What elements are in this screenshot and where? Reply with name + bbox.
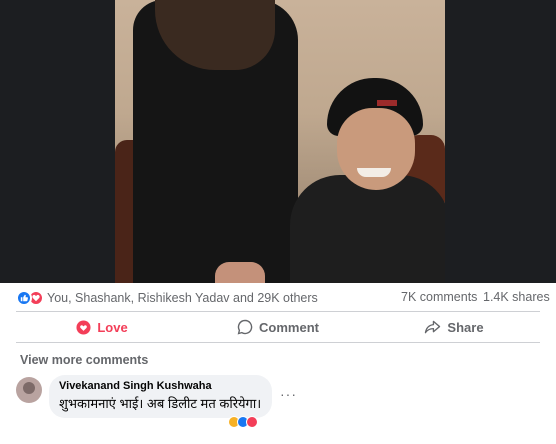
comment-button[interactable]: Comment: [192, 312, 364, 342]
reaction-names[interactable]: You, Shashank, Rishikesh Yadav and 29K o…: [47, 291, 318, 305]
comment-icon: [237, 319, 253, 335]
post-photo-frame: [0, 0, 556, 283]
comment-reactions[interactable]: [228, 416, 258, 428]
shares-count[interactable]: 1.4K shares: [483, 290, 550, 304]
comment-text: शुभकामनाएं भाई। अब डिलीट मत करियेगा।: [59, 396, 262, 411]
hand: [215, 262, 265, 283]
love-button[interactable]: Love: [16, 312, 188, 342]
comment-label: Comment: [259, 319, 319, 335]
share-icon: [424, 320, 441, 335]
love-icon: [246, 416, 258, 428]
divider-bottom: [16, 342, 540, 343]
post-photo[interactable]: [115, 0, 445, 283]
comment-options-icon[interactable]: ···: [280, 386, 297, 402]
comments-count[interactable]: 7K comments: [401, 290, 477, 304]
avatar[interactable]: [16, 377, 42, 403]
post-stats: You, Shashank, Rishikesh Yadav and 29K o…: [0, 283, 556, 311]
reaction-summary[interactable]: You, Shashank, Rishikesh Yadav and 29K o…: [16, 290, 318, 306]
comment-bubble: Vivekanand Singh Kushwaha शुभकामनाएं भाई…: [49, 375, 273, 418]
share-button[interactable]: Share: [368, 312, 540, 342]
comment-author[interactable]: Vivekanand Singh Kushwaha: [59, 380, 261, 392]
heart-icon: [76, 319, 91, 335]
man-face: [337, 108, 415, 190]
like-icon: [16, 290, 32, 306]
love-label: Love: [97, 319, 128, 335]
post-actions: Love Comment Share: [0, 312, 556, 342]
view-more-comments-link[interactable]: View more comments: [20, 353, 148, 367]
man-smile: [357, 168, 391, 177]
beanie-logo: [377, 100, 397, 106]
man-figure: [290, 175, 445, 283]
share-label: Share: [447, 319, 484, 335]
